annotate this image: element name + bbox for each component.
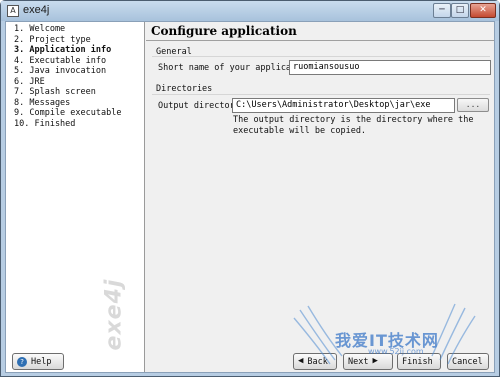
minimize-button[interactable]: ─ [433, 3, 451, 18]
help-button[interactable]: ? Help [12, 353, 64, 370]
title-divider [146, 40, 494, 41]
wizard-client-area: 1. Welcome 2. Project type 3. Application … [5, 21, 495, 373]
help-button-label: Help [31, 356, 52, 367]
directories-section-label: Directories [156, 84, 213, 94]
help-icon: ? [17, 356, 27, 367]
cancel-button[interactable]: Cancel [447, 353, 489, 370]
next-button-label: Next [348, 356, 369, 367]
arrow-left-icon: ◀ [298, 356, 304, 366]
window-title: exe4j [23, 4, 50, 16]
step-item[interactable]: 10. Finished [14, 119, 144, 130]
title-bar[interactable]: A exe4j ─ □ ✕ [1, 1, 499, 21]
steps-list: 1. Welcome 2. Project type 3. Application … [6, 22, 144, 129]
main-panel: Configure application General Short name… [146, 22, 494, 372]
back-button[interactable]: ◀ Back [293, 353, 337, 370]
step-item[interactable]: 6. JRE [14, 77, 144, 88]
arrow-right-icon: ▶ [372, 356, 378, 366]
sidebar-brand-logo: exe4j [90, 278, 138, 350]
output-directory-input[interactable]: C:\Users\Administrator\Desktop\jar\exe [232, 98, 455, 113]
watermark-url: www.52ij.com [368, 347, 424, 356]
close-button[interactable]: ✕ [470, 3, 496, 18]
back-button-label: Back [307, 356, 328, 367]
step-item[interactable]: 4. Executable info [14, 56, 144, 67]
brand-text: exe4j [101, 278, 127, 350]
cancel-button-label: Cancel [452, 356, 483, 367]
step-item[interactable]: 2. Project type [14, 35, 144, 46]
output-directory-hint: The output directory is the directory wh… [233, 115, 474, 136]
step-item[interactable]: 3. Application info [14, 45, 144, 56]
step-item[interactable]: 8. Messages [14, 98, 144, 109]
step-item[interactable]: 1. Welcome [14, 24, 144, 35]
step-item[interactable]: 5. Java invocation [14, 66, 144, 77]
app-icon: A [7, 5, 19, 17]
maximize-button[interactable]: □ [451, 3, 469, 18]
short-name-input[interactable]: ruomiansousuo [289, 60, 491, 75]
page-title: Configure application [151, 24, 297, 38]
finish-button-label: Finish [402, 356, 433, 367]
step-item[interactable]: 7. Splash screen [14, 87, 144, 98]
app-window: A exe4j ─ □ ✕ 1. Welcome 2. Project type 3… [0, 0, 500, 377]
wizard-steps-sidebar: 1. Welcome 2. Project type 3. Application … [6, 22, 145, 372]
step-item[interactable]: 9. Compile executable [14, 108, 144, 119]
browse-button[interactable]: ... [457, 98, 489, 112]
